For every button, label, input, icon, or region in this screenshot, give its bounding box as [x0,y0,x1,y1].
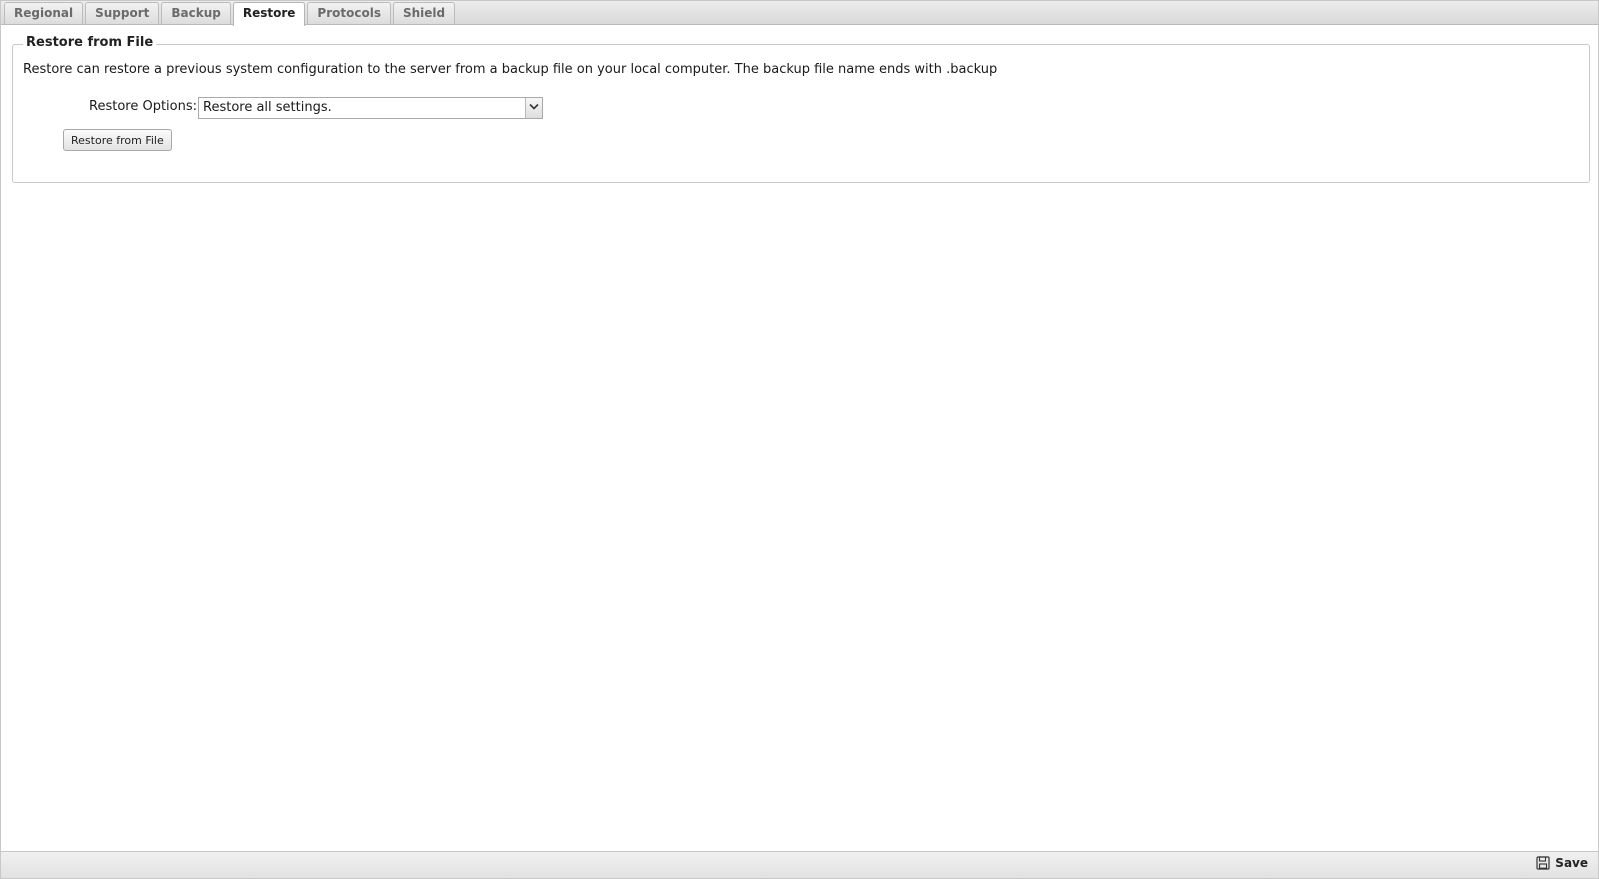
restore-options-select[interactable]: Restore all settings. [198,97,543,119]
restore-options-value: Restore all settings. [203,100,332,115]
tab-restore[interactable]: Restore [232,2,306,26]
tab-regional[interactable]: Regional [4,2,84,24]
tab-backup[interactable]: Backup [161,2,231,24]
tab-strip: Regional Support Backup Restore Protocol… [1,1,1598,26]
restore-options-label: Restore Options: [89,99,197,114]
fieldset-legend: Restore from File [23,35,157,50]
floppy-disk-icon [1536,856,1550,870]
footer-toolbar: Save [1,851,1598,878]
tab-shield[interactable]: Shield [392,2,456,24]
chevron-down-icon [529,103,539,110]
tab-protocols[interactable]: Protocols [307,2,391,24]
save-label: Save [1555,856,1588,870]
restore-from-file-fieldset: Restore from File Restore can restore a … [12,35,1590,183]
restore-description: Restore can restore a previous system co… [23,62,998,77]
save-button[interactable]: Save [1536,856,1588,870]
dropdown-arrow[interactable] [525,98,542,118]
restore-settings-window: Regional Support Backup Restore Protocol… [0,0,1599,879]
tab-support[interactable]: Support [85,2,160,24]
tab-list: Regional Support Backup Restore Protocol… [4,2,456,26]
restore-from-file-button[interactable]: Restore from File [63,129,172,151]
